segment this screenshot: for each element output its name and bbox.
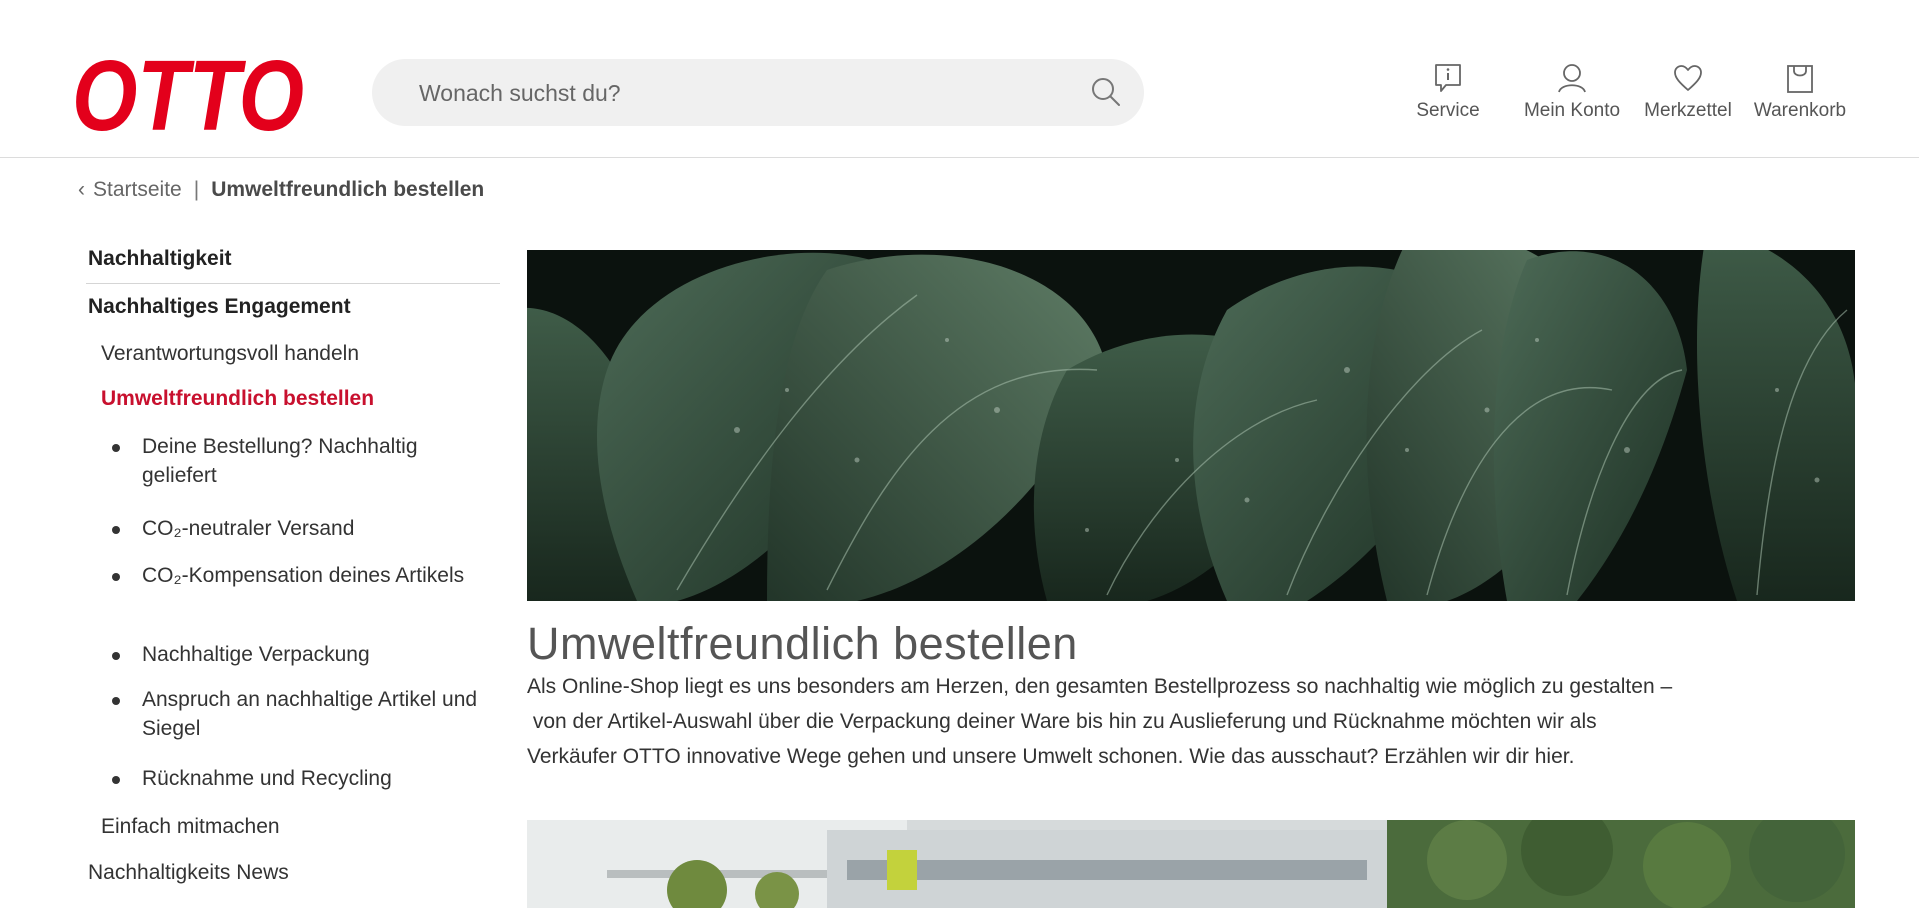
- search-bar[interactable]: Wonach suchst du?: [372, 59, 1144, 126]
- chevron-left-icon[interactable]: ‹: [78, 178, 85, 201]
- bullet-icon: [112, 697, 120, 705]
- breadcrumb-current: Umweltfreundlich bestellen: [211, 178, 485, 201]
- wishlist-link[interactable]: Merkzettel: [1633, 62, 1743, 132]
- otto-logo[interactable]: OTTO: [72, 48, 312, 140]
- breadcrumb: ‹ Startseite | Umweltfreundlich bestellen: [78, 178, 484, 202]
- bullet-icon: [112, 526, 120, 534]
- service-icon: [1435, 64, 1461, 92]
- sidebar-item-verantwortungsvoll[interactable]: Verantwortungsvoll handeln: [101, 342, 359, 366]
- sidebar-item-mitmachen[interactable]: Einfach mitmachen: [101, 815, 280, 839]
- sidebar-subitem[interactable]: Nachhaltige Verpackung: [112, 640, 485, 669]
- site-header: OTTO Wonach suchst du? Service Mein Kont…: [0, 0, 1919, 158]
- bullet-icon: [112, 776, 120, 784]
- sidebar-divider: [86, 283, 500, 284]
- user-icon: [1558, 64, 1586, 93]
- heart-icon: [1674, 65, 1702, 91]
- sidebar-subitem[interactable]: Deine Bestellung? Nachhaltig geliefert: [112, 432, 485, 490]
- bullet-icon: [112, 444, 120, 452]
- bullet-icon: [112, 652, 120, 660]
- breadcrumb-home[interactable]: Startseite: [93, 178, 182, 201]
- intro-line: Als Online-Shop liegt es uns besonders a…: [527, 675, 1673, 698]
- search-input[interactable]: Wonach suchst du?: [419, 80, 621, 107]
- sidebar-item-umweltfreundlich[interactable]: Umweltfreundlich bestellen: [101, 387, 374, 411]
- leaves-illustration: [527, 250, 1855, 601]
- intro-line: Verkäufer OTTO innovative Wege gehen und…: [527, 745, 1575, 768]
- building-illustration: [527, 820, 1855, 908]
- sidebar-subitem[interactable]: CO₂-Kompensation deines Artikels: [112, 561, 485, 590]
- bullet-icon: [112, 573, 120, 581]
- page-title: Umweltfreundlich bestellen: [527, 618, 1078, 669]
- sidebar-subitem[interactable]: Rücknahme und Recycling: [112, 764, 485, 793]
- account-link[interactable]: Mein Konto: [1514, 62, 1630, 132]
- sidebar-subitem[interactable]: CO₂-neutraler Versand: [112, 514, 485, 543]
- intro-text: Als Online-Shop liegt es uns besonders a…: [527, 669, 1862, 774]
- service-label: Service: [1416, 100, 1480, 121]
- svg-text:OTTO: OTTO: [72, 48, 304, 140]
- sidebar-group-title[interactable]: Nachhaltiges Engagement: [88, 295, 351, 319]
- sidebar-section-title[interactable]: Nachhaltigkeit: [88, 247, 232, 271]
- intro-line: von der Artikel-Auswahl über die Verpack…: [527, 710, 1597, 733]
- sidebar-subitem[interactable]: Anspruch an nachhaltige Artikel und Sieg…: [112, 685, 485, 743]
- account-label: Mein Konto: [1523, 100, 1621, 121]
- search-icon[interactable]: [1090, 76, 1122, 108]
- cart-label: Warenkorb: [1753, 100, 1847, 121]
- hero-image-leaves: [527, 250, 1855, 601]
- service-link[interactable]: Service: [1406, 62, 1490, 132]
- cart-link[interactable]: Warenkorb: [1745, 62, 1855, 132]
- wishlist-label: Merkzettel: [1644, 100, 1732, 121]
- sidebar-item-news[interactable]: Nachhaltigkeits News: [88, 861, 289, 885]
- shopping-bag-icon: [1787, 65, 1813, 93]
- breadcrumb-separator: |: [193, 178, 200, 201]
- secondary-image-building: [527, 820, 1855, 908]
